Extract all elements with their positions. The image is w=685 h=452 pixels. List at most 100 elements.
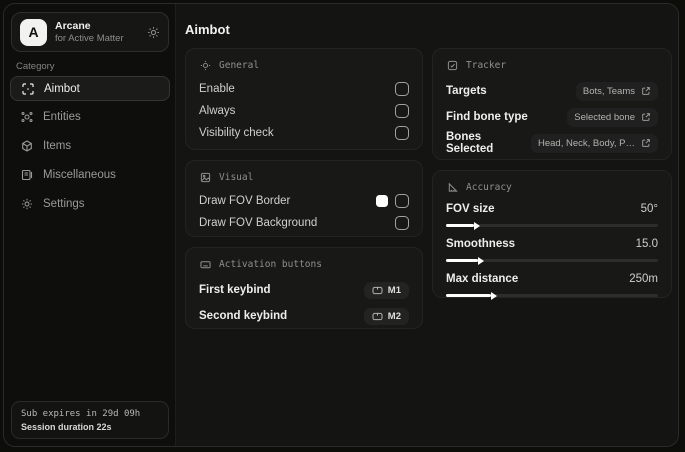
mouse-icon [372, 286, 383, 294]
panel-general-header: General [199, 59, 409, 72]
panel-tracker-header: Tracker [446, 59, 658, 72]
app-window: A Arcane for Active Matter Category Aimb… [3, 3, 679, 447]
targets-select[interactable]: Bots, Teams [575, 81, 658, 101]
sidebar: A Arcane for Active Matter Category Aimb… [4, 4, 176, 446]
brand-name: Arcane [55, 19, 91, 32]
panel-activation-buttons: Activation buttons First keybind M1 Seco… [185, 247, 423, 329]
sidebar-item-settings[interactable]: Settings [10, 191, 170, 217]
sidebar-item-label: Miscellaneous [43, 169, 116, 181]
gear-icon[interactable] [147, 26, 160, 39]
second-keybind-button[interactable]: M2 [363, 307, 409, 325]
panel-activation-header: Activation buttons [199, 258, 409, 271]
always-checkbox[interactable] [395, 104, 409, 118]
brand-subtitle: for Active Matter [55, 32, 124, 44]
setting-row-smoothness: Smoothness 15.0 [446, 235, 658, 262]
setting-row-targets: Targets Bots, Teams [446, 78, 658, 104]
select-value: Bots, Teams [582, 85, 635, 97]
first-keybind-button[interactable]: M1 [363, 281, 409, 299]
expand-icon [642, 87, 650, 95]
list-book-icon [20, 169, 33, 182]
keybind-value: M1 [387, 284, 401, 296]
draw-fov-border-checkbox[interactable] [395, 194, 409, 208]
sidebar-item-miscellaneous[interactable]: Miscellaneous [10, 162, 170, 188]
setting-label: Draw FOV Background [199, 217, 318, 229]
panel-title: General [219, 60, 260, 71]
smoothness-slider[interactable] [446, 259, 658, 262]
fov-size-slider[interactable] [446, 224, 658, 227]
cube-icon [20, 140, 33, 153]
brand-text: Arcane for Active Matter [55, 20, 139, 45]
gear-icon [20, 198, 33, 211]
panel-general: General Enable Always Visibility check [185, 48, 423, 150]
sidebar-item-label: Entities [43, 111, 81, 123]
sun-icon [199, 59, 212, 72]
setting-label: Always [199, 105, 236, 117]
setting-row-draw-fov-background: Draw FOV Background [199, 212, 409, 234]
setting-label: First keybind [199, 284, 271, 296]
panel-visual-header: Visual [199, 171, 409, 184]
panel-tracker: Tracker Targets Bots, Teams Find bone ty… [432, 48, 672, 160]
visibility-check-checkbox[interactable] [395, 126, 409, 140]
image-icon [199, 171, 212, 184]
setting-label: Smoothness [446, 238, 516, 250]
setting-label: Max distance [446, 273, 519, 285]
entities-icon [20, 111, 33, 124]
setting-label: Bones Selected [446, 131, 494, 155]
session-duration-text: Session duration 22s [21, 422, 112, 432]
slider-fill [446, 259, 478, 262]
setting-row-enable: Enable [199, 78, 409, 100]
sidebar-item-label: Settings [43, 198, 85, 210]
fov-border-color-swatch[interactable] [376, 195, 388, 207]
max-distance-value: 250m [629, 273, 658, 285]
setting-label: Find bone type [446, 111, 528, 123]
bones-selected-select[interactable]: Head, Neck, Body, Pe… [531, 133, 658, 153]
select-value: Selected bone [574, 111, 635, 123]
sidebar-item-items[interactable]: Items [10, 133, 170, 159]
setting-label: Visibility check [199, 127, 274, 139]
angle-ruler-icon [446, 181, 459, 194]
target-check-icon [446, 59, 459, 72]
slider-fill [446, 294, 491, 297]
setting-row-max-distance: Max distance 250m [446, 270, 658, 297]
brand-card: A Arcane for Active Matter [11, 12, 169, 52]
smoothness-value: 15.0 [635, 238, 658, 250]
panel-title: Accuracy [466, 182, 512, 193]
setting-row-first-keybind: First keybind M1 [199, 277, 409, 303]
setting-label: Second keybind [199, 310, 288, 322]
subscription-info-card: Sub expires in 29d 09h Session duration … [11, 401, 169, 439]
keyboard-icon [199, 258, 212, 271]
page-title: Aimbot [185, 22, 230, 37]
main-content: Aimbot General Enable Always Visibility … [176, 4, 678, 446]
sidebar-item-aimbot[interactable]: Aimbot [10, 76, 170, 101]
setting-label: FOV size [446, 203, 495, 215]
sidebar-item-label: Items [43, 140, 72, 152]
setting-label: Enable [199, 83, 235, 95]
slider-fill [446, 224, 474, 227]
panel-title: Tracker [466, 60, 507, 71]
setting-row-always: Always [199, 100, 409, 122]
setting-row-find-bone-type: Find bone type Selected bone [446, 104, 658, 130]
category-label: Category [16, 61, 55, 72]
sidebar-item-label: Aimbot [44, 82, 80, 95]
enable-checkbox[interactable] [395, 82, 409, 96]
draw-fov-background-checkbox[interactable] [395, 216, 409, 230]
setting-label: Draw FOV Border [199, 195, 291, 207]
select-value: Head, Neck, Body, Pe… [538, 137, 635, 149]
setting-label: Targets [446, 85, 487, 97]
max-distance-slider[interactable] [446, 294, 658, 297]
mouse-icon [372, 312, 383, 320]
crosshair-scan-icon [21, 82, 34, 95]
setting-row-fov-size: FOV size 50° [446, 200, 658, 227]
expand-icon [642, 139, 650, 147]
brand-logo: A [20, 18, 47, 46]
setting-row-draw-fov-border: Draw FOV Border [199, 190, 409, 212]
find-bone-type-select[interactable]: Selected bone [567, 107, 658, 127]
sub-expiry-text: Sub expires in 29d 09h [21, 409, 141, 419]
sidebar-item-entities[interactable]: Entities [10, 104, 170, 130]
fov-size-value: 50° [640, 203, 658, 215]
panel-title: Activation buttons [219, 259, 322, 270]
setting-row-bones-selected: Bones Selected Head, Neck, Body, Pe… [446, 130, 658, 156]
panel-title: Visual [219, 172, 254, 183]
setting-row-second-keybind: Second keybind M2 [199, 303, 409, 329]
panel-visual: Visual Draw FOV Border Draw FOV Backgrou… [185, 160, 423, 237]
